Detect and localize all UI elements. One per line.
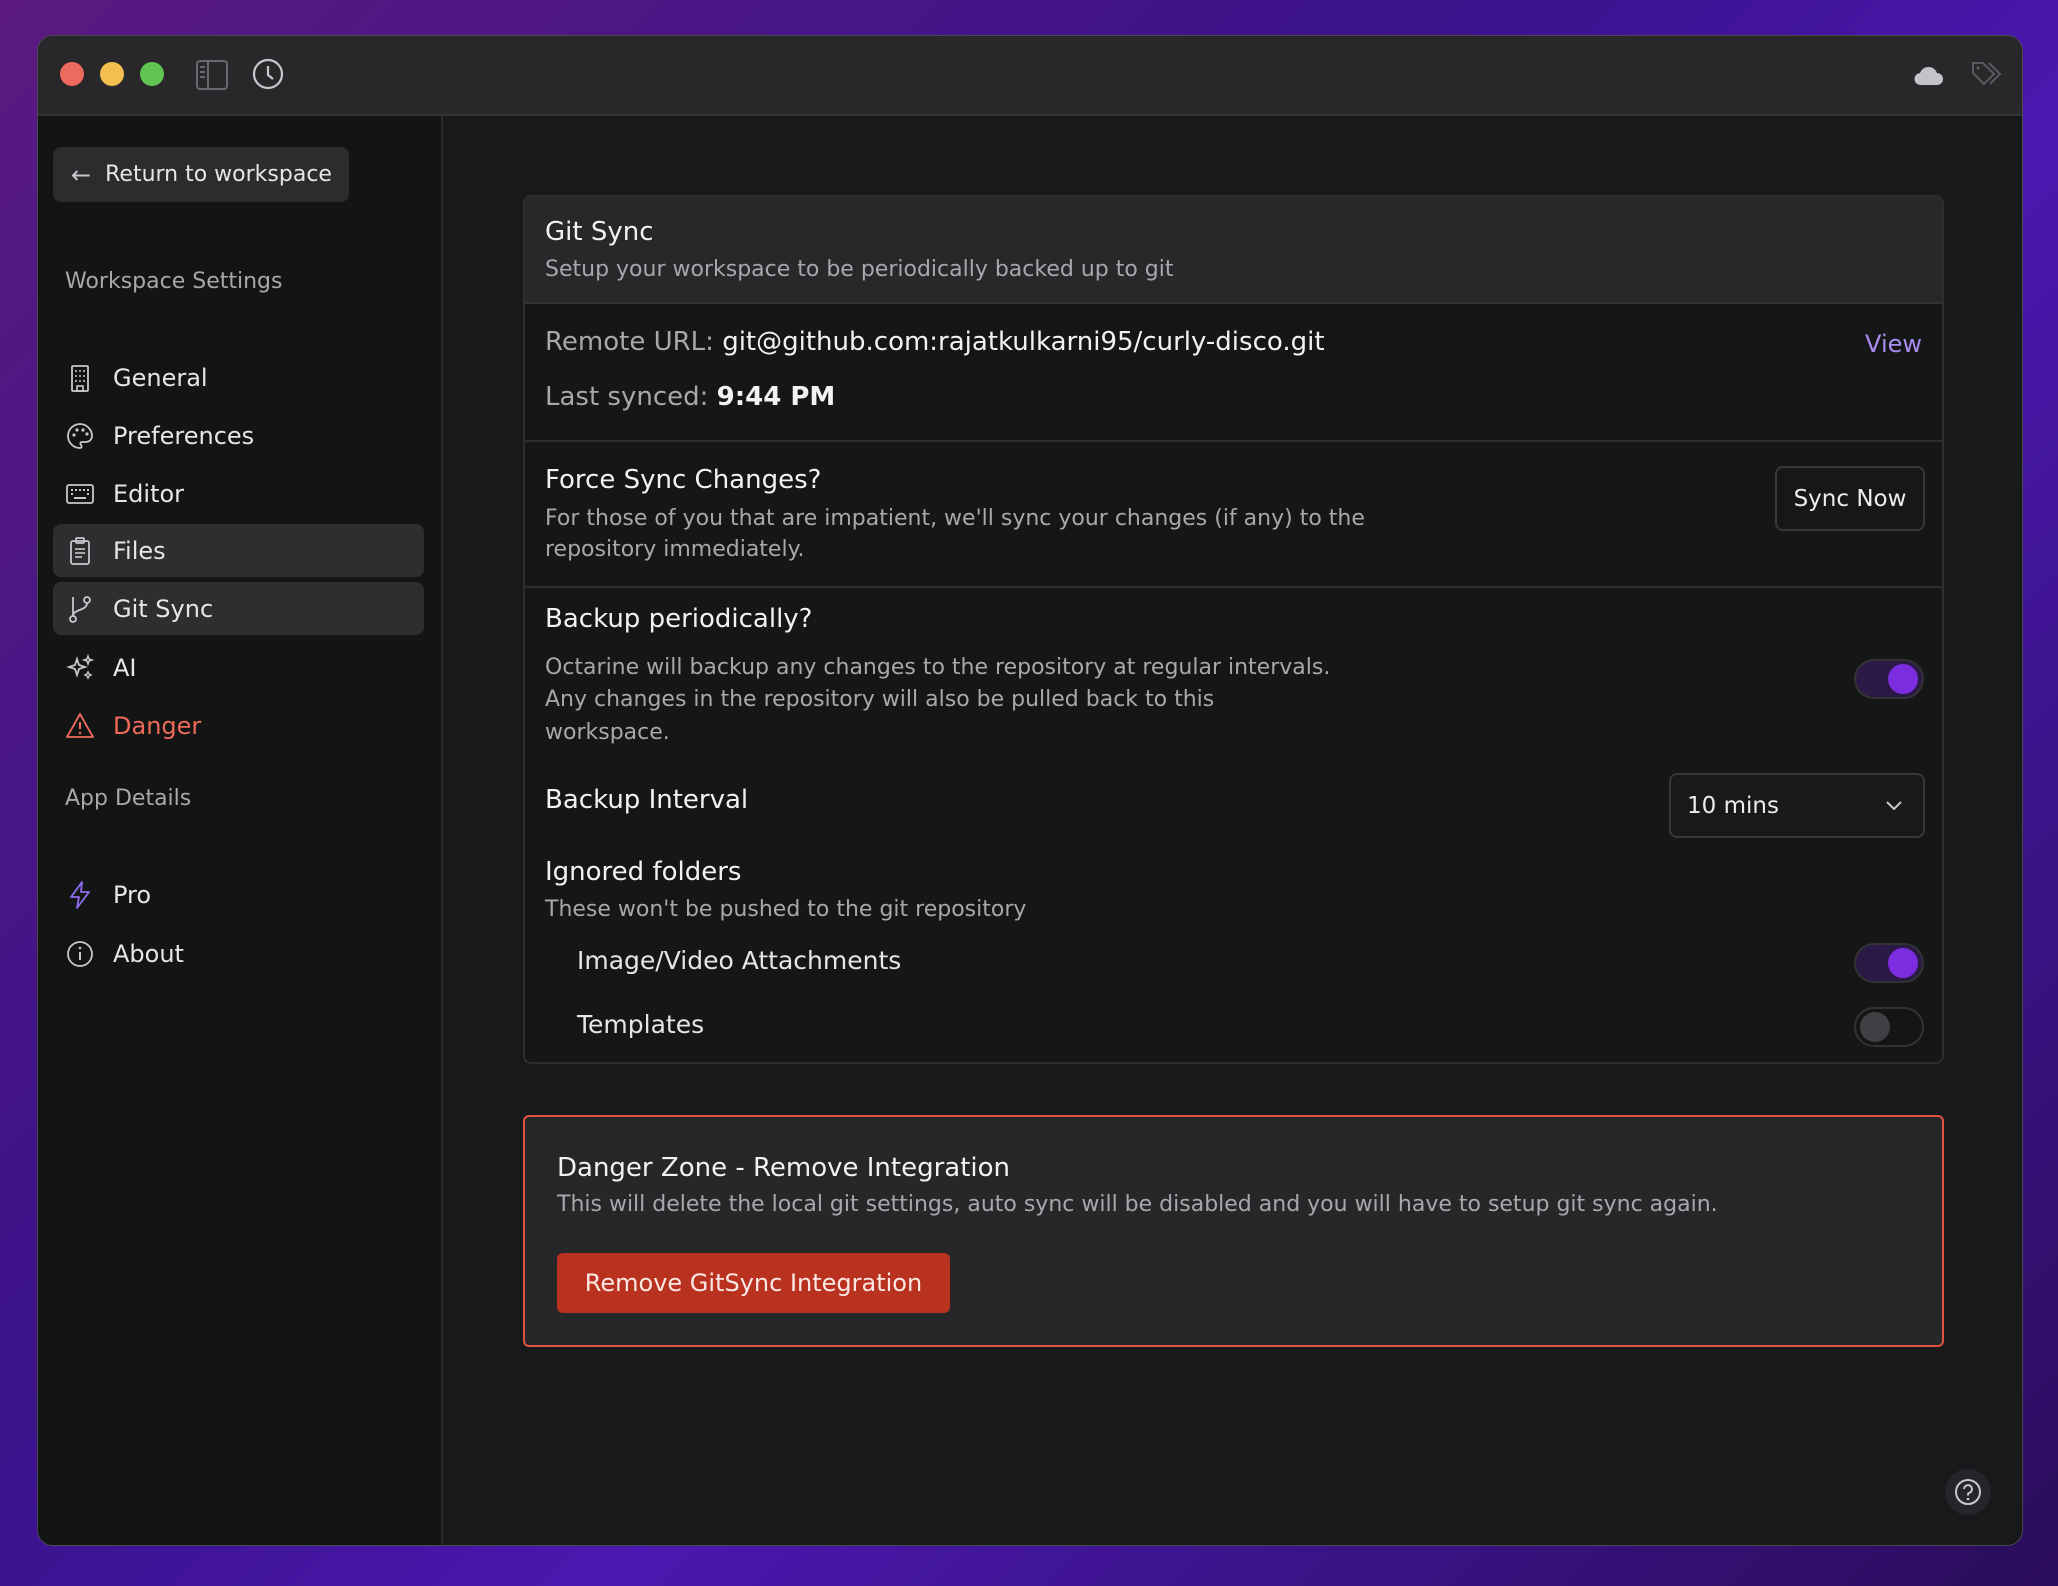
sidebar-item-ai[interactable]: AI: [53, 641, 424, 694]
backup-desc: workspace.: [545, 720, 670, 745]
ignored-folders-desc: These won't be pushed to the git reposit…: [545, 897, 1027, 922]
remove-gitsync-integration-button[interactable]: Remove GitSync Integration: [557, 1253, 950, 1313]
chevron-down-icon: [1886, 800, 1902, 810]
divider: [525, 440, 1942, 442]
main-content: Git Sync Setup your workspace to be peri…: [443, 116, 2022, 1545]
force-sync-title: Force Sync Changes?: [545, 465, 822, 495]
sidebar-item-label: Pro: [113, 880, 152, 909]
sidebar-toggle-icon[interactable]: [196, 60, 228, 90]
view-link[interactable]: View: [1865, 330, 1922, 358]
close-window-button[interactable]: [60, 62, 84, 86]
sidebar-item-label: Preferences: [113, 421, 255, 450]
backup-interval-select[interactable]: 10 mins: [1669, 773, 1925, 838]
danger-zone: Danger Zone - Remove Integration This wi…: [523, 1115, 1944, 1347]
history-clock-icon[interactable]: [252, 58, 284, 90]
last-synced-row: Last synced: 9:44 PM: [545, 382, 835, 412]
git-branch-icon: [69, 595, 91, 623]
sidebar-item-danger[interactable]: Danger: [53, 699, 424, 752]
return-label: Return to workspace: [105, 162, 332, 187]
app-window: ← Return to workspace Workspace Settings…: [37, 35, 2023, 1546]
sidebar-item-pro[interactable]: Pro: [53, 868, 424, 921]
info-icon: [67, 940, 93, 967]
return-to-workspace-button[interactable]: ← Return to workspace: [53, 147, 349, 202]
selected-interval: 10 mins: [1687, 792, 1779, 819]
workspace-settings-heading: Workspace Settings: [65, 269, 283, 294]
minimize-window-button[interactable]: [100, 62, 124, 86]
ignored-folders-title: Ignored folders: [545, 857, 742, 887]
sidebar-item-label: About: [113, 939, 184, 968]
image-video-attachments-toggle[interactable]: [1854, 943, 1924, 983]
toggle-knob: [1888, 948, 1918, 978]
sidebar-item-label: General: [113, 363, 208, 392]
sidebar-item-editor[interactable]: Editor: [53, 467, 424, 520]
backup-periodically-toggle[interactable]: [1854, 659, 1924, 699]
keyboard-icon: [66, 483, 94, 504]
cloud-icon[interactable]: [1914, 62, 1944, 86]
card-title: Git Sync: [545, 217, 654, 247]
building-icon: [71, 364, 89, 392]
bolt-icon: [70, 880, 90, 909]
ignored-item-label: Templates: [577, 1010, 705, 1039]
clipboard-icon: [70, 536, 90, 565]
sidebar-item-files[interactable]: Files: [53, 524, 424, 577]
sidebar-item-label: Danger: [113, 711, 202, 740]
remote-url-row: Remote URL: git@github.com:rajatkulkarni…: [545, 327, 1325, 357]
force-sync-desc: repository immediately.: [545, 537, 805, 562]
sidebar-item-about[interactable]: About: [53, 927, 424, 980]
remote-url-value: git@github.com:rajatkulkarni95/curly-dis…: [722, 327, 1325, 357]
sidebar-item-label: AI: [113, 653, 137, 682]
sidebar-item-label: Files: [113, 536, 166, 565]
sidebar-item-label: Git Sync: [113, 594, 214, 623]
maximize-window-button[interactable]: [140, 62, 164, 86]
backup-periodically-title: Backup periodically?: [545, 604, 813, 634]
sidebar: ← Return to workspace Workspace Settings…: [38, 116, 443, 1545]
toggle-knob: [1860, 1012, 1890, 1042]
last-synced-label: Last synced:: [545, 382, 709, 412]
sparkles-icon: [66, 653, 95, 680]
divider: [525, 586, 1942, 588]
templates-toggle[interactable]: [1854, 1007, 1924, 1047]
help-icon[interactable]: [1944, 1468, 1992, 1516]
danger-zone-title: Danger Zone - Remove Integration: [557, 1153, 1011, 1183]
card-subtitle: Setup your workspace to be periodically …: [545, 257, 1174, 282]
titlebar: [38, 36, 2022, 116]
force-sync-desc: For those of you that are impatient, we'…: [545, 506, 1365, 531]
warning-icon: [66, 712, 94, 738]
sidebar-item-label: Editor: [113, 479, 185, 508]
arrow-left-icon: ←: [71, 160, 92, 189]
tags-icon[interactable]: [1970, 60, 2002, 88]
card-header: Git Sync Setup your workspace to be peri…: [525, 197, 1942, 304]
danger-zone-desc: This will delete the local git settings,…: [557, 1192, 1718, 1217]
ignored-item-label: Image/Video Attachments: [577, 946, 902, 975]
app-details-heading: App Details: [65, 786, 192, 811]
backup-desc: Octarine will backup any changes to the …: [545, 655, 1331, 680]
palette-icon: [67, 422, 93, 449]
sidebar-item-general[interactable]: General: [53, 351, 424, 404]
git-sync-card: Git Sync Setup your workspace to be peri…: [523, 195, 1944, 1064]
backup-desc: Any changes in the repository will also …: [545, 687, 1215, 712]
remote-url-label: Remote URL:: [545, 327, 714, 357]
toggle-knob: [1888, 664, 1918, 694]
last-synced-value: 9:44 PM: [716, 382, 836, 412]
sidebar-item-preferences[interactable]: Preferences: [53, 409, 424, 462]
sidebar-item-git-sync[interactable]: Git Sync: [53, 582, 424, 635]
sync-now-button[interactable]: Sync Now: [1775, 466, 1925, 531]
backup-interval-label: Backup Interval: [545, 785, 749, 815]
